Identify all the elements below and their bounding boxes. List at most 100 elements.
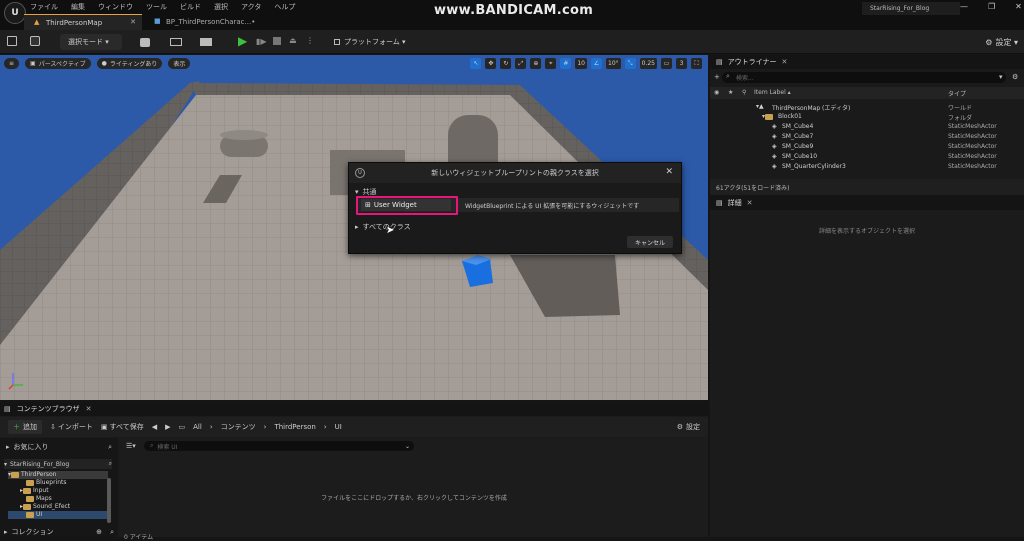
- close-panel-icon[interactable]: ✕: [747, 199, 753, 207]
- scrollbar[interactable]: [107, 478, 111, 523]
- outliner-row[interactable]: ◈ SM_Cube7 StaticMeshActor: [710, 133, 1024, 143]
- step-icon[interactable]: ▮▶: [256, 37, 267, 46]
- folder-ui[interactable]: UI: [8, 511, 108, 519]
- outliner-row[interactable]: ◈ SM_Cube4 StaticMeshActor: [710, 123, 1024, 133]
- surface-snap-icon[interactable]: ⌖: [545, 58, 557, 69]
- content-settings-button[interactable]: ⚙ 設定: [677, 422, 700, 432]
- menu-select[interactable]: 選択: [214, 2, 228, 12]
- cancel-button[interactable]: キャンセル: [627, 236, 673, 248]
- menu-window[interactable]: ウィンドウ: [98, 2, 133, 12]
- path-ui[interactable]: UI: [335, 423, 342, 431]
- column-type[interactable]: タイプ: [948, 89, 966, 98]
- star-icon[interactable]: ★: [728, 89, 733, 96]
- close-panel-icon[interactable]: ✕: [86, 405, 92, 413]
- blueprint-menu-icon[interactable]: [170, 38, 182, 46]
- unreal-logo-icon[interactable]: U: [4, 2, 26, 24]
- add-button[interactable]: ＋追加: [8, 420, 42, 434]
- collections-section[interactable]: ▸ コレクション ⊕ ⌕: [4, 527, 114, 537]
- history-back-icon[interactable]: ◀: [152, 423, 157, 431]
- asset-search-input[interactable]: ⌕ 検索 UI ⌄: [144, 441, 414, 451]
- menu-help[interactable]: ヘルプ: [274, 2, 295, 12]
- outliner-row[interactable]: ▾ Block01 フォルダ: [710, 113, 1024, 123]
- lighting-button[interactable]: ● ライティングあり: [96, 57, 163, 69]
- settings-dropdown[interactable]: ⚙ 設定 ▾: [985, 34, 1018, 50]
- close-tab-icon[interactable]: ✕: [130, 18, 136, 26]
- outliner-settings-icon[interactable]: ⚙: [1012, 73, 1018, 81]
- stop-icon[interactable]: [273, 37, 281, 45]
- project-root[interactable]: ▾ StarRising_For_Blog ⌕: [4, 459, 112, 469]
- outliner-row[interactable]: ◈ SM_Cube9 StaticMeshActor: [710, 143, 1024, 153]
- outliner-row[interactable]: ◈ SM_Cube10 StaticMeshActor: [710, 153, 1024, 163]
- path-separator: ›: [323, 423, 327, 431]
- viewport-menu-icon[interactable]: ≡: [4, 57, 20, 69]
- search-icon[interactable]: ⌕: [109, 460, 112, 468]
- close-window-button[interactable]: ✕: [1015, 2, 1022, 11]
- search-icon[interactable]: ⌕: [108, 443, 112, 452]
- menu-build[interactable]: ビルド: [180, 2, 201, 12]
- chevron-down-icon[interactable]: ⌄: [405, 443, 410, 450]
- show-button[interactable]: 表示: [168, 57, 191, 69]
- tab-bp-third-person-character[interactable]: ■ BP_ThirdPersonCharac...•: [144, 14, 262, 30]
- scale-snap-value[interactable]: 0.25: [639, 58, 657, 69]
- menu-actor[interactable]: アクタ: [241, 2, 261, 12]
- rotation-snap-value[interactable]: 10°: [606, 58, 621, 69]
- save-icon[interactable]: [7, 36, 17, 46]
- play-options-icon[interactable]: ⋮: [306, 36, 314, 45]
- outliner-row[interactable]: ▾▲ ThirdPersonMap (エディタ) ワールド: [710, 103, 1024, 113]
- history-forward-icon[interactable]: ▶: [165, 423, 170, 431]
- scale-icon[interactable]: ⤢: [515, 58, 527, 69]
- scale-snap-icon[interactable]: ⤡: [624, 58, 636, 69]
- camera-speed-value[interactable]: 3: [676, 58, 687, 69]
- pin-icon[interactable]: ⚲: [742, 89, 746, 96]
- select-mode-dropdown[interactable]: 選択モード ▾: [60, 34, 122, 50]
- visibility-icon[interactable]: ◉: [714, 89, 719, 96]
- eject-icon[interactable]: ⏏: [289, 36, 297, 45]
- import-button[interactable]: ⇩ インポート: [50, 422, 93, 432]
- close-panel-icon[interactable]: ✕: [782, 58, 788, 66]
- save-all-button[interactable]: ▣ すべて保存: [101, 422, 144, 432]
- path-all[interactable]: All: [193, 423, 202, 431]
- path-content[interactable]: コンテンツ: [221, 422, 256, 432]
- perspective-button[interactable]: ▣ パースペクティブ: [25, 57, 91, 69]
- grid-snap-icon[interactable]: #: [560, 58, 572, 69]
- asset-view[interactable]: ☰▾ ⌕ 検索 UI ⌄ ファイルをここにドロップするか、右クリックしてコンテンツを…: [120, 438, 708, 541]
- folder-thirdperson[interactable]: ▾ ThirdPerson: [8, 471, 108, 479]
- add-collection-icon[interactable]: ⊕: [96, 528, 102, 536]
- folder-browse-icon[interactable]: ▭: [179, 423, 186, 431]
- folder-sound-efect[interactable]: ▸ Sound_Efect: [8, 503, 108, 511]
- favorites-section[interactable]: ▸ お気に入り ⌕: [6, 442, 112, 452]
- minimize-button[interactable]: —: [960, 2, 968, 11]
- folder-input[interactable]: ▸ Input: [8, 487, 108, 495]
- maximize-button[interactable]: ❐: [988, 2, 995, 11]
- asset-filter-icon[interactable]: ☰▾: [126, 442, 136, 450]
- filter-icon[interactable]: ▾: [999, 73, 1003, 81]
- dialog-close-icon[interactable]: ✕: [665, 167, 673, 177]
- outliner-row[interactable]: ◈ SM_QuarterCylinder3 StaticMeshActor: [710, 163, 1024, 173]
- all-classes-section[interactable]: ▸ すべてのクラス: [355, 222, 411, 232]
- platform-dropdown[interactable]: プラットフォーム ▾: [334, 34, 406, 50]
- path-thirdperson[interactable]: ThirdPerson: [274, 423, 315, 431]
- folder-blueprints[interactable]: Blueprints: [8, 479, 108, 487]
- menu-file[interactable]: ファイル: [30, 2, 58, 12]
- cinematics-icon[interactable]: [200, 38, 212, 46]
- maximize-viewport-icon[interactable]: ⛶: [691, 58, 702, 69]
- menu-edit[interactable]: 編集: [71, 2, 85, 12]
- menu-tools[interactable]: ツール: [146, 2, 167, 12]
- source-control-icon[interactable]: [30, 36, 40, 46]
- camera-speed-icon[interactable]: ▭: [661, 58, 672, 69]
- grid-snap-value[interactable]: 10: [575, 58, 587, 69]
- tab-third-person-map[interactable]: ▲ ThirdPersonMap ✕: [24, 14, 142, 30]
- world-local-icon[interactable]: ⊕: [530, 58, 542, 69]
- column-item-label[interactable]: Item Label ▴: [754, 89, 791, 96]
- add-actor-icon[interactable]: [140, 38, 150, 47]
- outliner-search-input[interactable]: 検索...: [722, 72, 1006, 83]
- folder-maps[interactable]: Maps: [8, 495, 108, 503]
- translate-icon[interactable]: ✥: [485, 58, 497, 69]
- add-filter-icon[interactable]: +: [714, 73, 720, 81]
- dialog-title: 新しいウィジェットブループリントの親クラスを選択: [349, 163, 681, 183]
- select-tool-icon[interactable]: ↖: [470, 58, 482, 69]
- rotation-snap-icon[interactable]: ∠: [591, 58, 602, 69]
- play-icon[interactable]: ▶: [238, 34, 247, 48]
- rotate-icon[interactable]: ↻: [500, 58, 512, 69]
- search-icon[interactable]: ⌕: [110, 528, 114, 537]
